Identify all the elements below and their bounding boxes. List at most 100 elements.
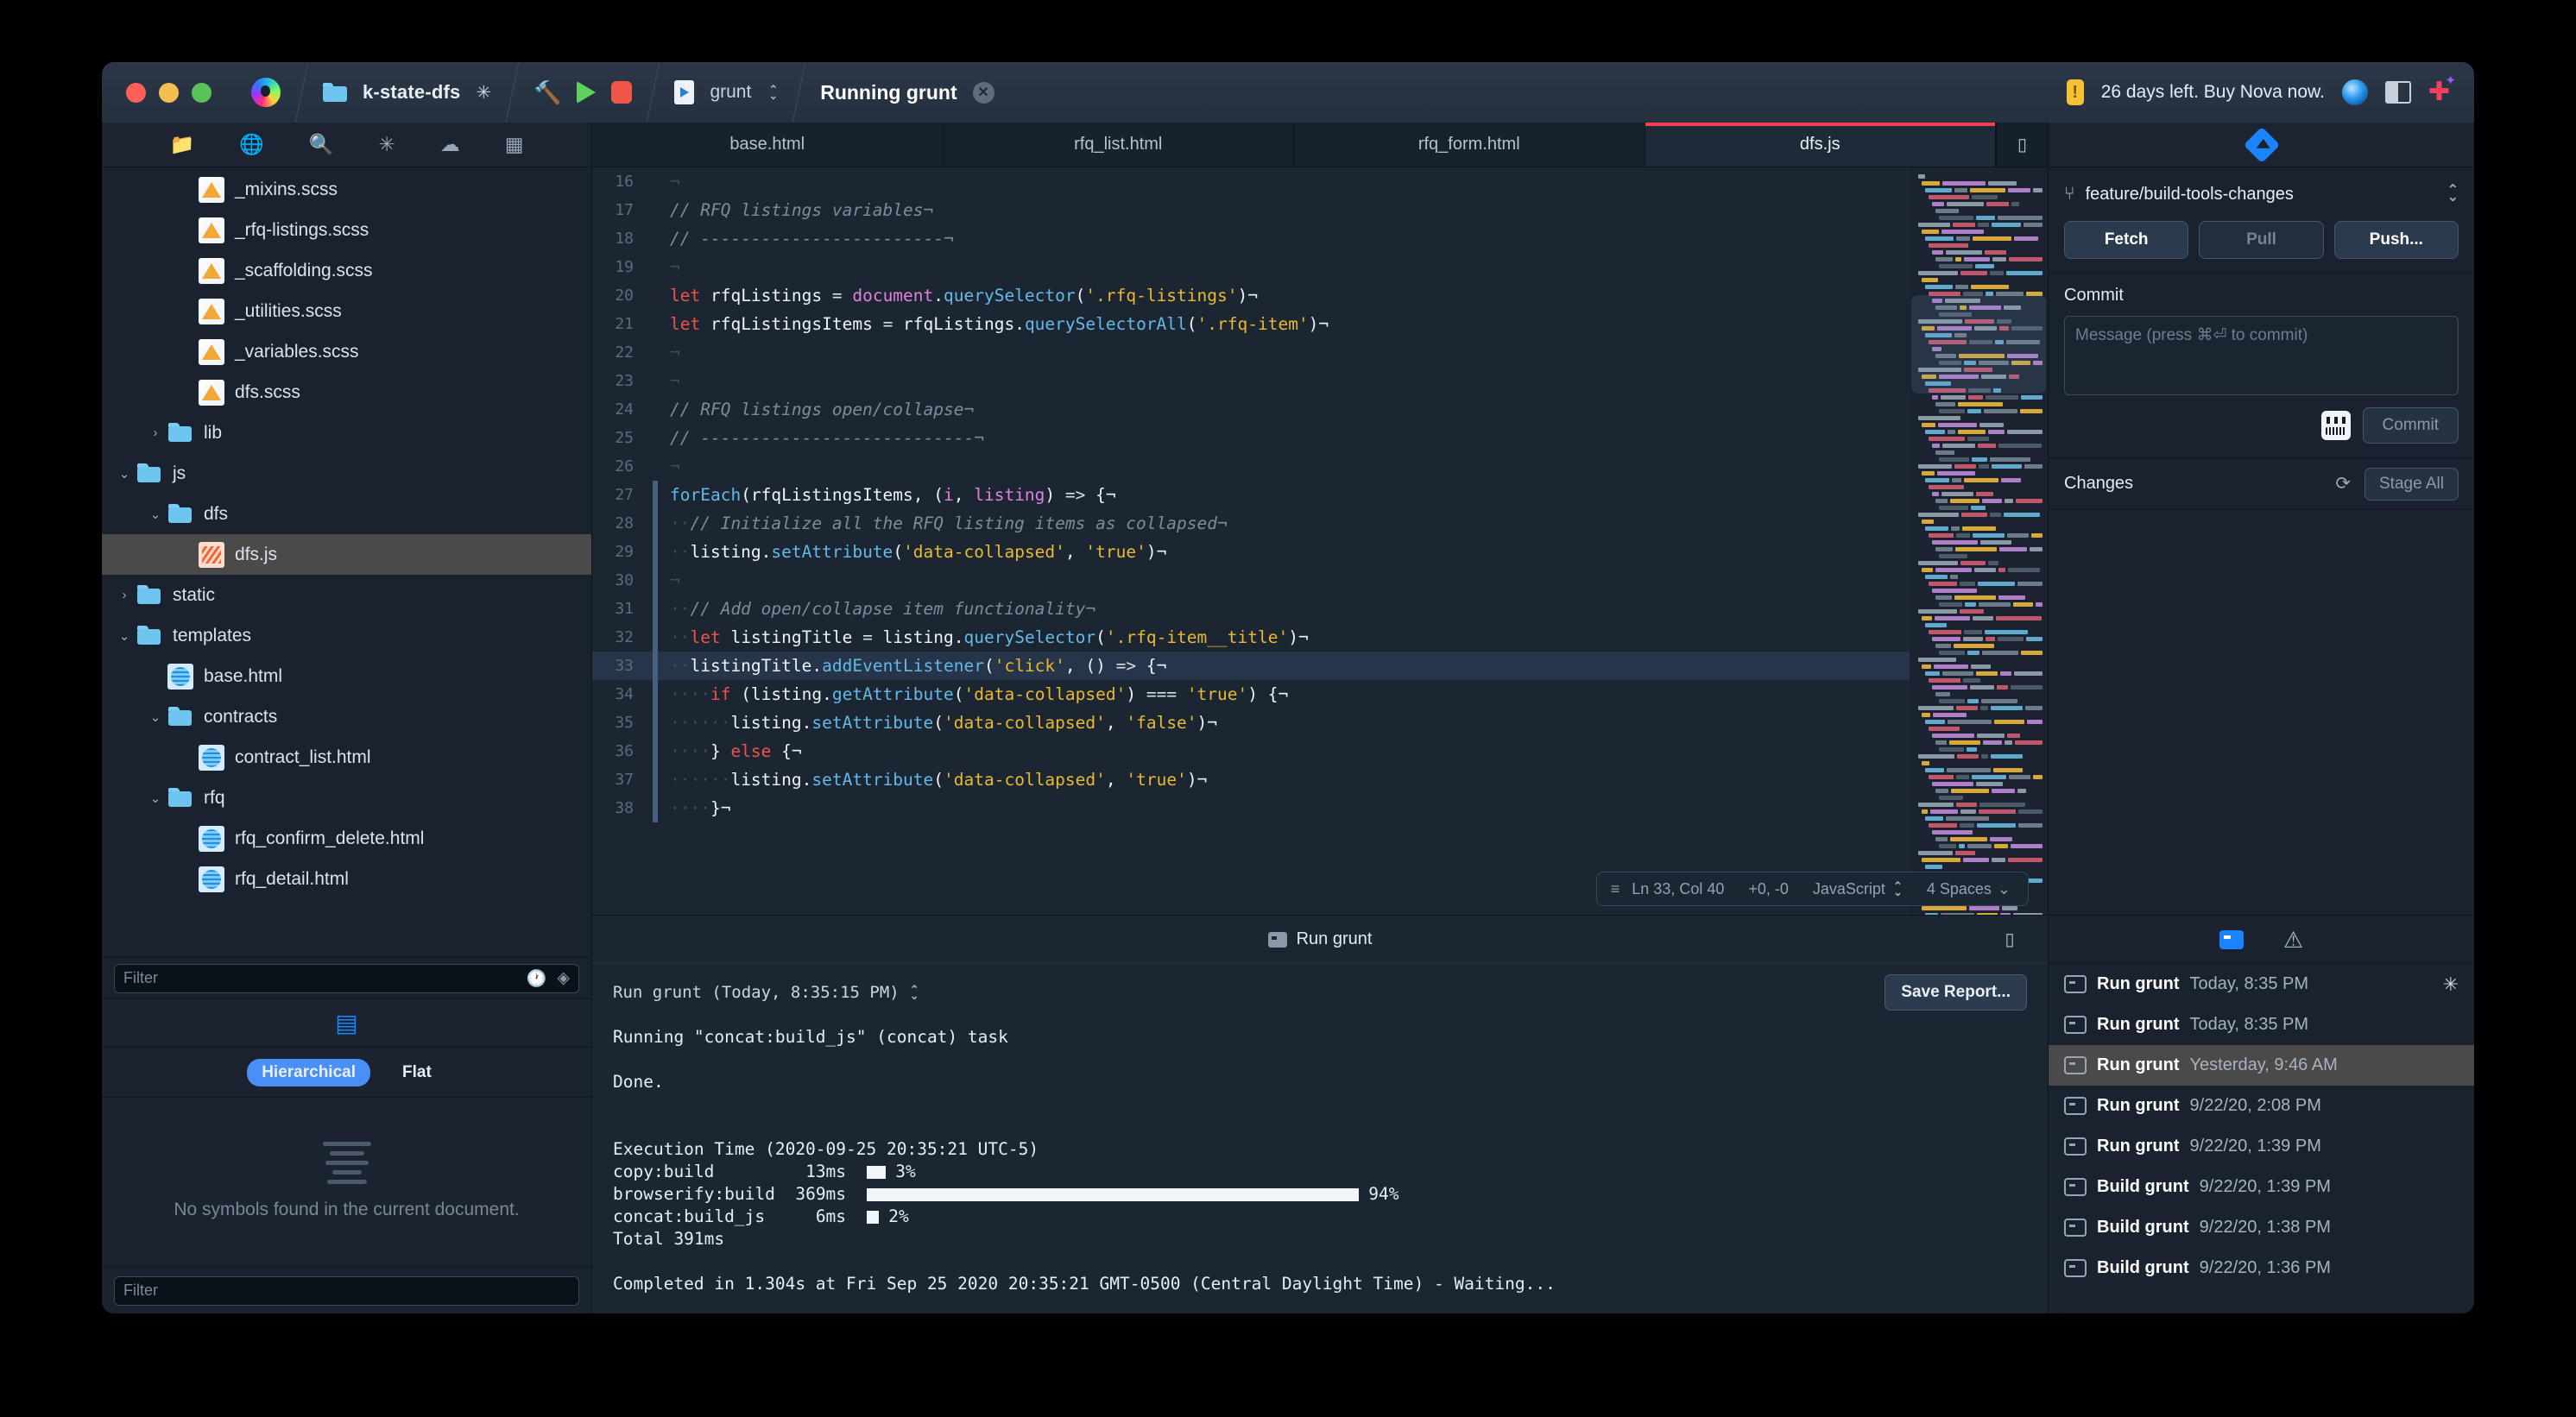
sparkle-icon[interactable]: ✚ [2428, 74, 2456, 105]
code-line[interactable]: 17 // RFQ listings variables¬ [592, 196, 1910, 224]
tree-item-js[interactable]: ⌄ js [102, 453, 591, 494]
code-line[interactable]: 28 ··// Initialize all the RFQ listing it… [592, 509, 1910, 538]
runs-list[interactable]: Run grunt Today, 8:35 PM ✳ Run grunt Today, … [2049, 964, 2474, 1313]
tree-item-rfq-confirm-delete-html[interactable]: rfq_confirm_delete.html [102, 818, 591, 859]
editor-status-bar[interactable]: ≡ Ln 33, Col 40 +0, -0 JavaScript ⌃ ⌄ 4 S… [1595, 872, 2029, 906]
zoom-window-button[interactable] [192, 82, 212, 103]
language-selector[interactable]: JavaScript ⌃ ⌄ [1801, 880, 1915, 898]
symbols-mode-segment[interactable]: Hierarchical Flat [102, 1048, 591, 1098]
stage-all-button[interactable]: Stage All [2364, 467, 2459, 501]
issues-warning-icon[interactable]: ⚠ [2283, 929, 2303, 951]
code-line[interactable]: 24 // RFQ listings open/collapse¬ [592, 395, 1910, 424]
gear-icon[interactable]: ✳ [476, 82, 491, 104]
minimap[interactable] [1910, 167, 2048, 915]
file-filter-input[interactable]: Filter 🕐 ◈ [114, 963, 579, 993]
editor-tab-bar[interactable]: base.html rfq_list.html rfq_form.html dfs.j… [592, 123, 2048, 167]
code-line[interactable]: 18 // ------------------------¬ [592, 224, 1910, 253]
build-run-group[interactable]: 🔨 [513, 62, 653, 123]
tree-item-dfs-js[interactable]: dfs.js [102, 534, 591, 575]
code-line[interactable]: 31 ··// Add open/collapse item functional… [592, 595, 1910, 623]
run-list-item[interactable]: Build grunt 9/22/20, 1:38 PM [2049, 1207, 2474, 1248]
eye-icon[interactable] [2341, 79, 2368, 105]
runs-tab-bar[interactable]: ⚠ [2049, 916, 2474, 964]
sidebar-layout-icon[interactable] [2384, 81, 2411, 104]
tree-item-base-html[interactable]: base.html [102, 656, 591, 696]
extensions-grid-icon[interactable]: ▦ [505, 135, 524, 154]
disclosure-triangle-icon[interactable]: ⌄ [112, 628, 136, 644]
code-line[interactable]: 25 // ---------------------------¬ [592, 424, 1910, 452]
code-line[interactable]: 34 ····if (listing.getAttribute('data-col… [592, 680, 1910, 708]
code-line[interactable]: 36 ····} else {¬ [592, 737, 1910, 765]
files-icon[interactable]: 📁 [170, 135, 195, 154]
run-target-group[interactable]: grunt ⌃ ⌄ [653, 62, 799, 123]
code-line[interactable]: 37 ······listing.setAttribute('data-colla… [592, 765, 1910, 794]
tree-item--scaffolding-scss[interactable]: _scaffolding.scss [102, 250, 591, 291]
close-window-button[interactable] [126, 82, 146, 103]
branch-row[interactable]: ⑂ feature/build-tools-changes ⌃ ⌄ [2049, 167, 2474, 221]
source-control-icon[interactable] [2243, 126, 2280, 163]
minimize-window-button[interactable] [159, 82, 179, 103]
console-output[interactable]: Running "concat:build_js" (concat) task … [592, 1021, 2048, 1313]
save-report-button[interactable]: Save Report... [1885, 974, 2027, 1011]
stop-icon[interactable] [611, 81, 633, 104]
symbols-mode-flat[interactable]: Flat [388, 1059, 446, 1086]
run-list-item[interactable]: Run grunt Today, 8:35 PM [2049, 1004, 2474, 1045]
code-line[interactable]: 30 ¬ [592, 566, 1910, 595]
code-line[interactable]: 16 ¬ [592, 167, 1910, 196]
pull-button[interactable]: Pull [2199, 221, 2324, 259]
console-run-selector-label[interactable]: Run grunt (Today, 8:35:15 PM) [613, 983, 900, 1002]
code-line[interactable]: 38 ····}¬ [592, 794, 1910, 822]
commit-button[interactable]: Commit [2362, 407, 2459, 444]
code-line[interactable]: 27 forEach(rfqListingsItems, (i, listing)… [592, 481, 1910, 509]
tab-base-html[interactable]: base.html [592, 123, 944, 167]
push-button[interactable]: Push... [2333, 221, 2459, 259]
fetch-button[interactable]: Fetch [2064, 221, 2189, 259]
run-list-item[interactable]: Build grunt 9/22/20, 1:39 PM [2049, 1167, 2474, 1207]
tree-item-templates[interactable]: ⌄ templates [102, 615, 591, 656]
tree-item-contracts[interactable]: ⌄ contracts [102, 696, 591, 737]
run-list-item[interactable]: Run grunt Today, 8:35 PM ✳ [2049, 964, 2474, 1004]
git-icon[interactable]: ✳ [378, 135, 395, 154]
project-group[interactable]: k-state-dfs ✳ [302, 62, 512, 123]
git-diamond-icon[interactable]: ◈ [557, 968, 570, 989]
tab-dfs-js[interactable]: dfs.js [1645, 123, 1996, 167]
hammer-icon[interactable]: 🔨 [534, 79, 561, 106]
code-editor[interactable]: 16 ¬ 17 // RFQ listings variables¬ 18 // ----… [592, 167, 1910, 915]
code-line[interactable]: 22 ¬ [592, 338, 1910, 367]
tree-item--rfq-listings-scss[interactable]: _rfq-listings.scss [102, 210, 591, 250]
code-line[interactable]: 35 ······listing.setAttribute('data-colla… [592, 708, 1910, 737]
code-line[interactable]: 23 ¬ [592, 367, 1910, 395]
commit-message-input[interactable]: Message (press ⌘⏎ to commit) [2064, 316, 2459, 395]
code-line[interactable]: 26 ¬ [592, 452, 1910, 481]
window-controls[interactable] [102, 82, 230, 103]
code-line[interactable]: 32 ··let listingTitle = listing.querySele… [592, 623, 1910, 652]
symbols-mode-hierarchical[interactable]: Hierarchical [247, 1058, 370, 1086]
clock-icon[interactable]: 🕐 [527, 968, 547, 989]
remote-icon[interactable]: 🌐 [239, 135, 264, 154]
disclosure-triangle-icon[interactable]: ⌄ [143, 709, 167, 725]
play-icon[interactable] [577, 81, 597, 104]
refresh-icon[interactable]: ⟳ [2335, 473, 2351, 494]
symbols-stack-icon[interactable]: ▤ [335, 1009, 357, 1037]
code-line[interactable]: 19 ¬ [592, 253, 1910, 281]
publish-icon[interactable]: ☁ [440, 135, 460, 154]
code-line[interactable]: 21 let rfqListingsItems = rfqListings.que… [592, 310, 1910, 338]
cancel-icon[interactable]: ✕ [972, 81, 994, 104]
trial-notice[interactable]: 26 days left. Buy Nova now. [2101, 82, 2325, 103]
tree-item--variables-scss[interactable]: _variables.scss [102, 331, 591, 372]
tree-item-rfq-detail-html[interactable]: rfq_detail.html [102, 859, 591, 899]
tree-item--mixins-scss[interactable]: _mixins.scss [102, 169, 591, 210]
chevron-updown-icon[interactable]: ⌃ ⌄ [768, 84, 778, 101]
console-layout-icon[interactable]: ▯ [1986, 921, 2034, 957]
search-icon[interactable]: 🔍 [309, 135, 334, 154]
chevron-updown-icon[interactable]: ⌃ ⌄ [910, 984, 919, 1001]
code-line[interactable]: 20 let rfqListings = document.querySelect… [592, 281, 1910, 310]
chevron-updown-icon[interactable]: ⌃ ⌄ [2447, 184, 2459, 205]
run-list-item[interactable]: Run grunt 9/22/20, 1:39 PM [2049, 1126, 2474, 1167]
tree-item-lib[interactable]: › lib [102, 413, 591, 453]
tree-item--utilities-scss[interactable]: _utilities.scss [102, 291, 591, 331]
tree-item-contract-list-html[interactable]: contract_list.html [102, 737, 591, 778]
tree-item-dfs[interactable]: ⌄ dfs [102, 494, 591, 534]
indent-selector[interactable]: 4 Spaces ⌄ [1915, 880, 2023, 898]
tab-rfq-form-html[interactable]: rfq_form.html [1294, 123, 1645, 167]
